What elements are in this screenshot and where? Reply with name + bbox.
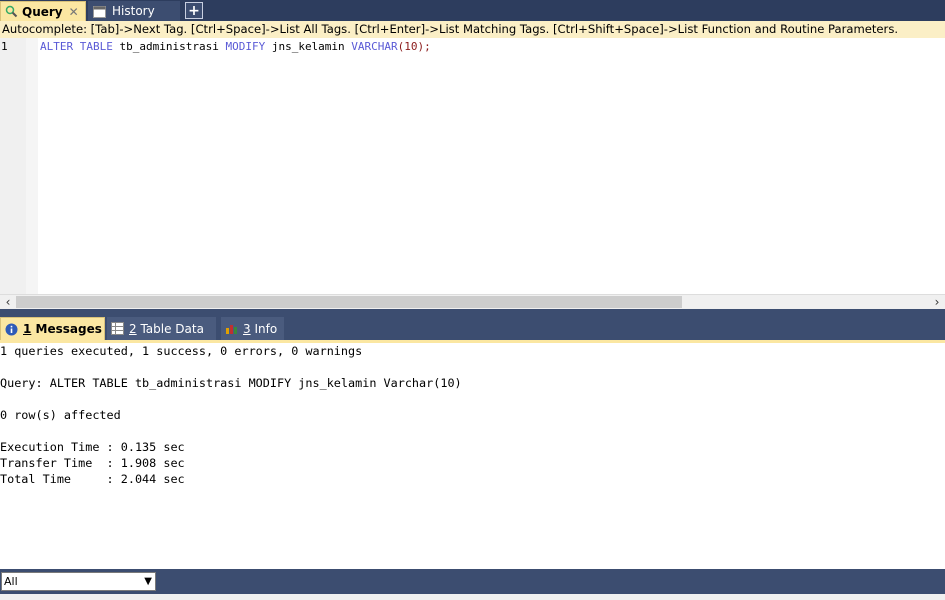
code-text: ); [417,40,431,53]
bottom-bar: All ▼ [0,569,945,594]
line-number-gutter: 1 [0,38,26,294]
add-tab-button[interactable]: + [185,2,203,19]
tab-info-label: Info [250,321,278,336]
table-icon [111,322,124,335]
tab-query-label: Query [22,4,63,19]
scroll-right-icon[interactable]: › [930,295,944,309]
message-line: Total Time : 2.044 sec [0,472,185,486]
message-line: Query: ALTER TABLE tb_administrasi MODIF… [0,376,462,390]
message-line: 1 queries executed, 1 success, 0 errors,… [0,344,363,358]
message-line: Execution Time : 0.135 sec [0,440,185,454]
query-editor[interactable]: 1 ALTER TABLE tb_administrasi MODIFY jns… [0,38,945,294]
code-text: jns_kelamin [265,40,352,53]
result-tab-bar: 1 Messages 2 Table Data 3 Info [0,316,945,340]
scrollbar-thumb[interactable] [16,296,682,308]
scroll-left-icon[interactable]: ‹ [1,295,15,309]
tab-messages-label: Messages [31,322,102,336]
tab-info-number: 3 [243,321,251,336]
message-line: Transfer Time : 1.908 sec [0,456,185,470]
calendar-icon [93,5,106,18]
message-filter-select[interactable]: All ▼ [1,572,156,591]
tab-messages[interactable]: 1 Messages [0,317,105,340]
tab-query[interactable]: Query ✕ [0,1,86,21]
window-bottom-edge [0,594,945,600]
message-line: 0 row(s) affected [0,408,121,422]
code-text: tb_administrasi [112,40,226,53]
editor-tab-bar: Query ✕ History + [0,0,945,21]
close-icon[interactable]: ✕ [69,5,79,19]
code-keyword: VARCHAR [351,40,398,53]
messages-panel[interactable]: 1 queries executed, 1 success, 0 errors,… [0,340,945,569]
autocomplete-hint: Autocomplete: [Tab]->Next Tag. [Ctrl+Spa… [0,21,945,38]
code-keyword: ALTER TABLE [40,40,113,53]
code-line[interactable]: ALTER TABLE tb_administrasi MODIFY jns_k… [40,40,431,53]
query-icon [5,5,18,18]
filter-value: All [4,575,18,588]
bar-chart-icon [225,322,238,335]
fold-margin [26,38,38,294]
code-number: 10 [404,40,418,53]
code-keyword: MODIFY [225,40,266,53]
tab-history-label: History [112,4,155,18]
splitter[interactable] [0,309,945,316]
horizontal-scrollbar[interactable]: ‹ › [0,294,945,309]
tab-table-data-number: 2 [129,321,137,336]
tab-table-data[interactable]: 2 Table Data [107,317,216,340]
line-number: 1 [1,40,8,53]
tab-table-data-label: Table Data [136,321,204,336]
chevron-down-icon: ▼ [144,576,152,587]
tab-info[interactable]: 3 Info [221,317,284,340]
info-icon [5,323,18,336]
tab-history[interactable]: History [88,1,180,21]
